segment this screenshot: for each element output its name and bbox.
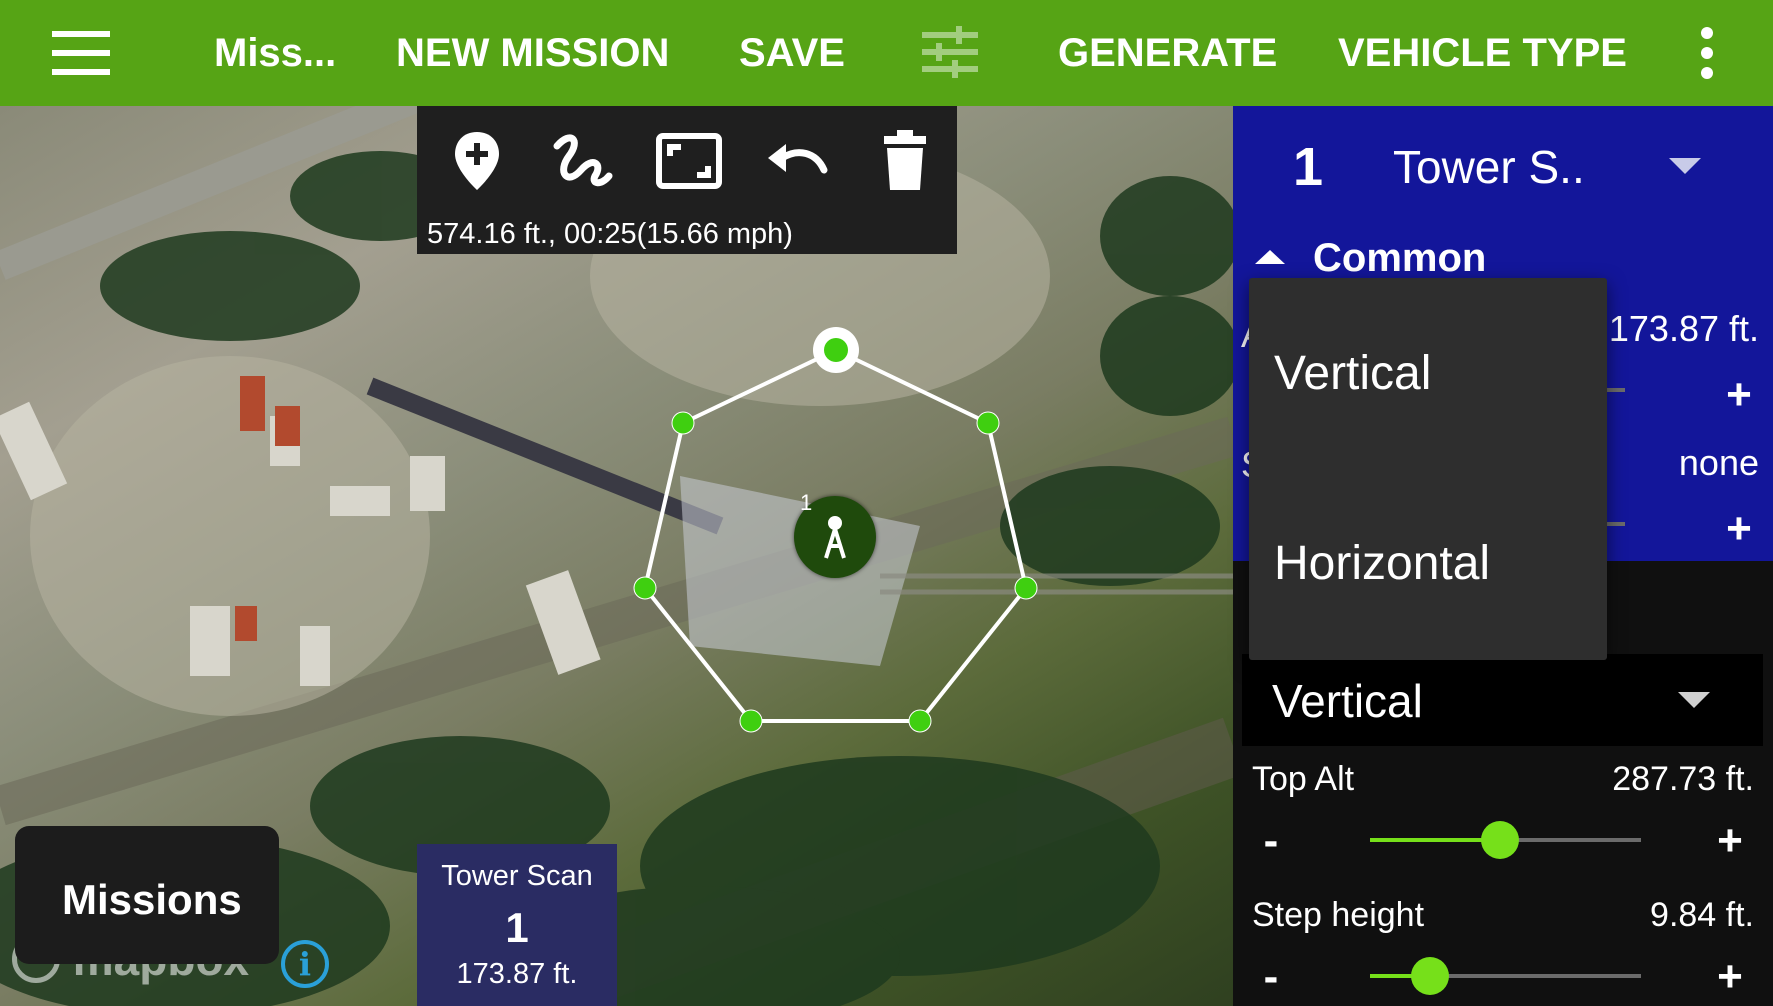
sliders-icon[interactable] — [922, 24, 978, 80]
generate-button[interactable]: GENERATE — [1058, 0, 1277, 106]
top-alt-slider-thumb[interactable] — [1481, 821, 1519, 859]
save-button[interactable]: SAVE — [739, 0, 845, 106]
orbit-vertex[interactable] — [908, 709, 932, 733]
scan-direction-value: Vertical — [1272, 675, 1423, 727]
orbit-vertex[interactable] — [739, 709, 763, 733]
more-vert-icon[interactable] — [1697, 27, 1717, 79]
step-height-minus-button[interactable]: - — [1251, 952, 1291, 1002]
app-bar: Miss... NEW MISSION SAVE GENERATE VEHICL… — [0, 0, 1773, 106]
top-alt-label: Top Alt — [1252, 760, 1355, 798]
orbit-vertex[interactable] — [976, 411, 1000, 435]
item-type-select[interactable]: Tower S.. — [1393, 140, 1585, 194]
mission-item-number: 1 — [505, 904, 529, 951]
step-height-label: Step height — [1252, 896, 1425, 934]
missions-button-label: Missions — [62, 876, 242, 923]
orbit-vertex[interactable] — [1014, 576, 1038, 600]
dropdown-option-vertical[interactable]: Vertical — [1249, 278, 1607, 428]
orbit-vertex[interactable] — [633, 576, 657, 600]
collapse-arrow-icon[interactable] — [1255, 250, 1285, 264]
step-height-slider[interactable] — [1370, 957, 1641, 995]
missions-button[interactable]: Missions — [15, 826, 279, 964]
top-alt-plus-button[interactable]: + — [1710, 816, 1750, 866]
step-height-slider-thumb[interactable] — [1411, 957, 1449, 995]
waypoint-number-label: 1 — [800, 490, 813, 515]
scan-direction-dropdown: Vertical Horizontal — [1249, 278, 1607, 660]
orbit-vertex[interactable] — [671, 411, 695, 435]
mission-item-card[interactable]: Tower Scan 1 173.87 ft. — [417, 844, 617, 1006]
item-number: 1 — [1293, 137, 1324, 197]
common-section-header[interactable]: Common — [1313, 236, 1486, 281]
chevron-down-icon — [1678, 692, 1710, 708]
mission-stats: 574.16 ft., 00:25(15.66 mph) — [427, 218, 793, 250]
speed-value: none — [1678, 442, 1759, 483]
dropdown-option-label: Vertical — [1274, 347, 1432, 400]
altitude-plus-button[interactable]: + — [1719, 370, 1759, 420]
undo-icon[interactable] — [762, 126, 832, 196]
draw-path-icon[interactable] — [547, 126, 617, 196]
top-alt-value: 287.73 ft. — [1612, 760, 1754, 798]
top-alt-slider[interactable] — [1370, 821, 1641, 859]
top-alt-minus-button[interactable]: - — [1251, 816, 1291, 866]
draw-toolbar: 574.16 ft., 00:25(15.66 mph) — [417, 106, 957, 254]
new-mission-button[interactable]: NEW MISSION — [396, 0, 669, 106]
altitude-value: 173.87 ft. — [1608, 308, 1759, 349]
dropdown-option-label: Horizontal — [1274, 537, 1491, 590]
mission-name-button[interactable]: Miss... — [214, 0, 336, 106]
dropdown-option-horizontal[interactable]: Horizontal — [1249, 468, 1607, 618]
vehicle-type-button[interactable]: VEHICLE TYPE — [1338, 0, 1627, 106]
add-waypoint-icon[interactable] — [442, 126, 512, 196]
info-icon[interactable]: i — [281, 940, 329, 988]
speed-plus-button[interactable]: + — [1719, 504, 1759, 554]
mission-item-altitude: 173.87 ft. — [456, 958, 578, 990]
mission-item-title: Tower Scan — [441, 860, 593, 892]
step-height-plus-button[interactable]: + — [1710, 952, 1750, 1002]
chevron-down-icon[interactable] — [1669, 158, 1701, 174]
delete-icon[interactable] — [870, 126, 940, 196]
hamburger-menu-icon[interactable] — [52, 31, 110, 75]
scan-direction-select[interactable]: Vertical — [1242, 654, 1763, 746]
step-height-value: 9.84 ft. — [1650, 896, 1754, 934]
fit-bounds-icon[interactable] — [654, 126, 724, 196]
